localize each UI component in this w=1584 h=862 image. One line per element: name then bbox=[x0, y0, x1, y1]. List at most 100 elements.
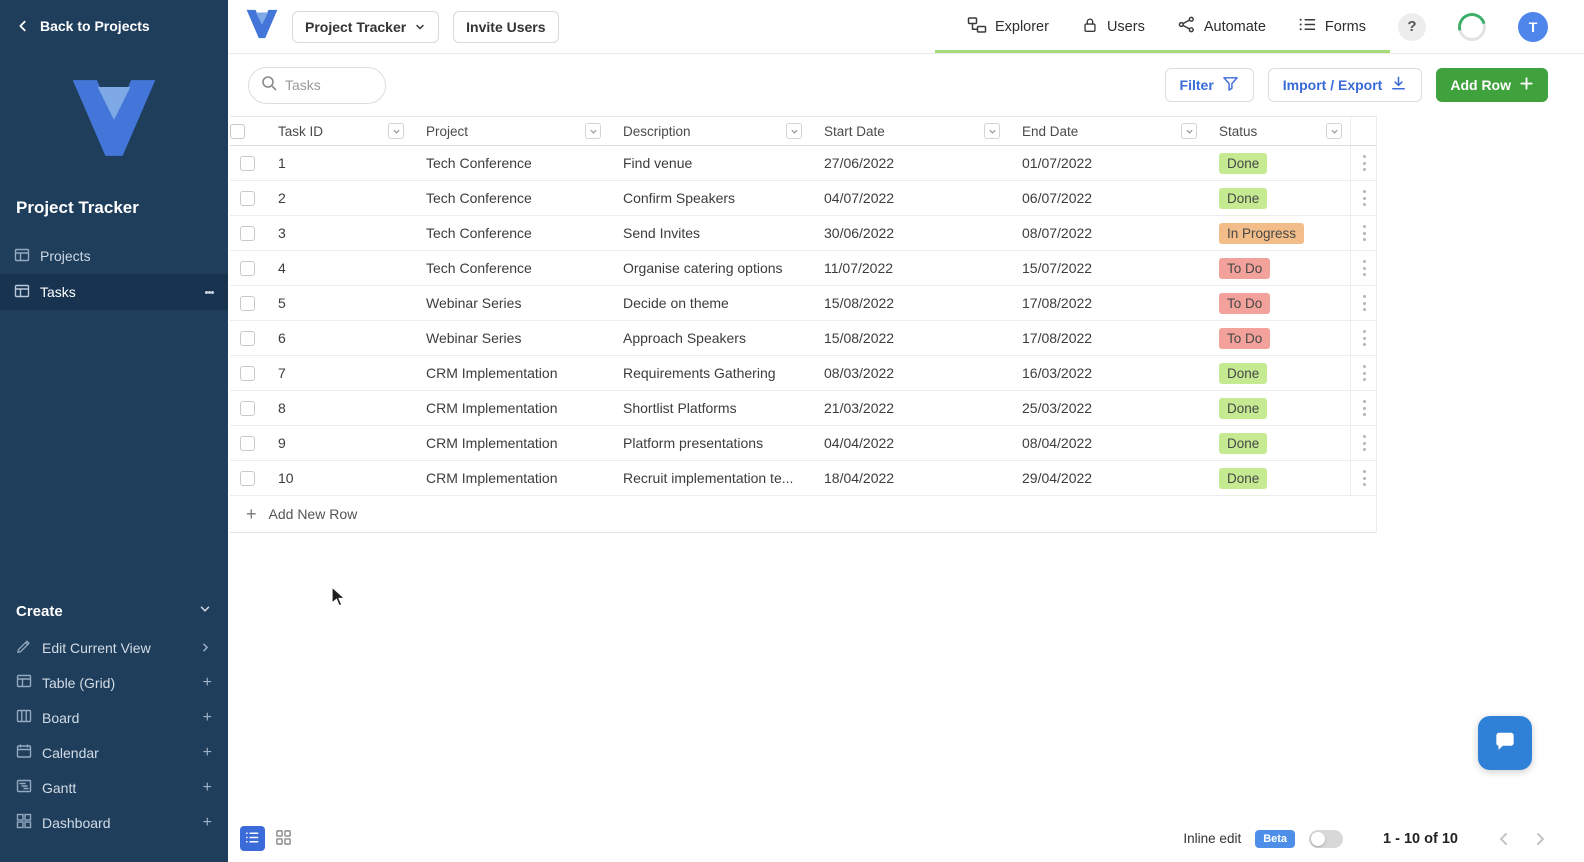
cell-start-date[interactable]: 27/06/2022 bbox=[810, 155, 1008, 171]
table-row[interactable]: 3 Tech Conference Send Invites 30/06/2022 08… bbox=[230, 216, 1376, 251]
cell-project[interactable]: CRM Implementation bbox=[412, 435, 609, 451]
cell-status[interactable]: Done bbox=[1205, 467, 1350, 489]
import-export-button[interactable]: Import / Export bbox=[1267, 68, 1423, 102]
cell-status[interactable]: Done bbox=[1205, 362, 1350, 384]
sidebar-item-projects[interactable]: Projects bbox=[0, 238, 228, 274]
column-header-description[interactable]: Description bbox=[609, 123, 810, 139]
row-menu-button[interactable] bbox=[1362, 154, 1366, 173]
table-row[interactable]: 5 Webinar Series Decide on theme 15/08/2022… bbox=[230, 286, 1376, 321]
column-header-start-date[interactable]: Start Date bbox=[810, 123, 1008, 139]
plus-icon[interactable]: + bbox=[203, 709, 212, 727]
cell-task-id[interactable]: 7 bbox=[264, 365, 412, 381]
cell-description[interactable]: Confirm Speakers bbox=[609, 190, 810, 206]
cell-status[interactable]: Done bbox=[1205, 152, 1350, 174]
row-menu-button[interactable] bbox=[1362, 399, 1366, 418]
row-menu-button[interactable] bbox=[1362, 189, 1366, 208]
table-row[interactable]: 1 Tech Conference Find venue 27/06/2022 01/0… bbox=[230, 146, 1376, 181]
cell-project[interactable]: Webinar Series bbox=[412, 330, 609, 346]
cell-start-date[interactable]: 21/03/2022 bbox=[810, 400, 1008, 416]
filter-button[interactable]: Filter bbox=[1164, 68, 1254, 102]
workspace-selector-button[interactable]: Project Tracker bbox=[292, 10, 440, 43]
cell-project[interactable]: Tech Conference bbox=[412, 190, 609, 206]
nav-item-users[interactable]: Users bbox=[1081, 16, 1145, 38]
cell-task-id[interactable]: 5 bbox=[264, 295, 412, 311]
row-checkbox[interactable] bbox=[239, 365, 255, 381]
column-header-task-id[interactable]: Task ID bbox=[264, 123, 412, 139]
row-menu-button[interactable] bbox=[1362, 294, 1366, 313]
cell-status[interactable]: Done bbox=[1205, 187, 1350, 209]
column-header-status[interactable]: Status bbox=[1205, 123, 1350, 139]
cell-description[interactable]: Shortlist Platforms bbox=[609, 400, 810, 416]
row-menu-button[interactable] bbox=[1362, 434, 1366, 453]
cell-description[interactable]: Approach Speakers bbox=[609, 330, 810, 346]
nav-item-automate[interactable]: Automate bbox=[1177, 15, 1266, 38]
cell-end-date[interactable]: 29/04/2022 bbox=[1008, 470, 1205, 486]
table-row[interactable]: 9 CRM Implementation Platform presentation… bbox=[230, 426, 1376, 461]
cell-description[interactable]: Organise catering options bbox=[609, 260, 810, 276]
sidebar-item-edit-current-view[interactable]: Edit Current View bbox=[0, 630, 228, 665]
cell-description[interactable]: Recruit implementation te... bbox=[609, 470, 810, 486]
cell-task-id[interactable]: 4 bbox=[264, 260, 412, 276]
row-menu-button[interactable] bbox=[1362, 469, 1366, 488]
row-checkbox[interactable] bbox=[239, 295, 255, 311]
previous-page-button[interactable] bbox=[1496, 831, 1512, 847]
cell-end-date[interactable]: 01/07/2022 bbox=[1008, 155, 1205, 171]
cell-status[interactable]: Done bbox=[1205, 432, 1350, 454]
plus-icon[interactable]: + bbox=[203, 814, 212, 832]
cell-end-date[interactable]: 08/07/2022 bbox=[1008, 225, 1205, 241]
cell-end-date[interactable]: 17/08/2022 bbox=[1008, 295, 1205, 311]
row-checkbox[interactable] bbox=[239, 330, 255, 346]
nav-item-forms[interactable]: Forms bbox=[1298, 15, 1366, 38]
plus-icon[interactable]: + bbox=[203, 674, 212, 692]
cell-project[interactable]: CRM Implementation bbox=[412, 365, 609, 381]
table-row[interactable]: 6 Webinar Series Approach Speakers 15/08/20… bbox=[230, 321, 1376, 356]
row-menu-button[interactable] bbox=[1362, 259, 1366, 278]
table-row[interactable]: 7 CRM Implementation Requirements Gatherin… bbox=[230, 356, 1376, 391]
cell-description[interactable]: Platform presentations bbox=[609, 435, 810, 451]
cell-end-date[interactable]: 16/03/2022 bbox=[1008, 365, 1205, 381]
plus-icon[interactable]: + bbox=[203, 744, 212, 762]
inline-edit-toggle[interactable] bbox=[1309, 829, 1344, 848]
table-row[interactable]: 2 Tech Conference Confirm Speakers 04/07/20… bbox=[230, 181, 1376, 216]
plus-icon[interactable]: + bbox=[203, 779, 212, 797]
cell-status[interactable]: In Progress bbox=[1205, 222, 1350, 244]
column-menu-button[interactable] bbox=[585, 123, 601, 139]
cell-task-id[interactable]: 10 bbox=[264, 470, 412, 486]
create-section-toggle[interactable]: Create bbox=[0, 592, 228, 630]
row-menu-button[interactable] bbox=[1362, 329, 1366, 348]
row-checkbox[interactable] bbox=[239, 400, 255, 416]
table-row[interactable]: 4 Tech Conference Organise catering option… bbox=[230, 251, 1376, 286]
cell-task-id[interactable]: 1 bbox=[264, 155, 412, 171]
gallery-view-button[interactable] bbox=[271, 826, 296, 851]
tasks-menu-button[interactable] bbox=[205, 289, 214, 296]
cell-task-id[interactable]: 2 bbox=[264, 190, 412, 206]
table-row[interactable]: 10 CRM Implementation Recruit implementati… bbox=[230, 461, 1376, 496]
row-menu-button[interactable] bbox=[1362, 364, 1366, 383]
column-header-project[interactable]: Project bbox=[412, 123, 609, 139]
row-checkbox[interactable] bbox=[239, 260, 255, 276]
cell-end-date[interactable]: 08/04/2022 bbox=[1008, 435, 1205, 451]
cell-start-date[interactable]: 04/07/2022 bbox=[810, 190, 1008, 206]
column-menu-button[interactable] bbox=[786, 123, 802, 139]
add-new-row-button[interactable]: + Add New Row bbox=[230, 496, 1376, 533]
select-all-checkbox[interactable] bbox=[230, 123, 245, 139]
cell-description[interactable]: Decide on theme bbox=[609, 295, 810, 311]
cell-description[interactable]: Find venue bbox=[609, 155, 810, 171]
cell-task-id[interactable]: 9 bbox=[264, 435, 412, 451]
nav-item-explorer[interactable]: Explorer bbox=[967, 15, 1049, 39]
next-page-button[interactable] bbox=[1532, 831, 1548, 847]
table-row[interactable]: 8 CRM Implementation Shortlist Platforms 21… bbox=[230, 391, 1376, 426]
search-input[interactable] bbox=[285, 77, 365, 93]
sidebar-item-board[interactable]: Board + bbox=[0, 700, 228, 735]
search-box[interactable] bbox=[248, 66, 386, 104]
sidebar-item-table-grid[interactable]: Table (Grid) + bbox=[0, 665, 228, 700]
sidebar-item-calendar[interactable]: Calendar + bbox=[0, 735, 228, 770]
row-checkbox[interactable] bbox=[239, 470, 255, 486]
column-header-end-date[interactable]: End Date bbox=[1008, 123, 1205, 139]
cell-description[interactable]: Send Invites bbox=[609, 225, 810, 241]
invite-users-button[interactable]: Invite Users bbox=[453, 10, 559, 43]
cell-status[interactable]: To Do bbox=[1205, 292, 1350, 314]
cell-start-date[interactable]: 04/04/2022 bbox=[810, 435, 1008, 451]
column-menu-button[interactable] bbox=[1326, 123, 1342, 139]
row-checkbox[interactable] bbox=[239, 435, 255, 451]
